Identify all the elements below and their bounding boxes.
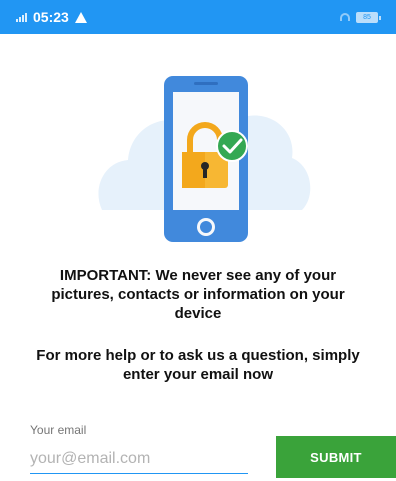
battery-level: 85 [363, 13, 371, 21]
battery-icon: 85 [356, 11, 381, 23]
status-left: 05:23 [16, 9, 87, 25]
signal-icon [16, 12, 27, 22]
check-icon [216, 130, 248, 162]
warning-icon [74, 11, 87, 23]
security-illustration [98, 76, 311, 242]
privacy-notice: IMPORTANT: We never see any of your pict… [51, 267, 345, 322]
status-bar: 05:23 85 [0, 0, 396, 34]
help-prompt: For more help or to ask us a question, s… [36, 347, 360, 383]
email-label: Your email [30, 423, 87, 437]
submit-button[interactable]: SUBMIT [276, 436, 396, 478]
email-input[interactable] [30, 444, 248, 474]
status-right: 85 [340, 11, 381, 23]
wifi-icon [340, 13, 350, 21]
status-time: 05:23 [33, 9, 69, 25]
